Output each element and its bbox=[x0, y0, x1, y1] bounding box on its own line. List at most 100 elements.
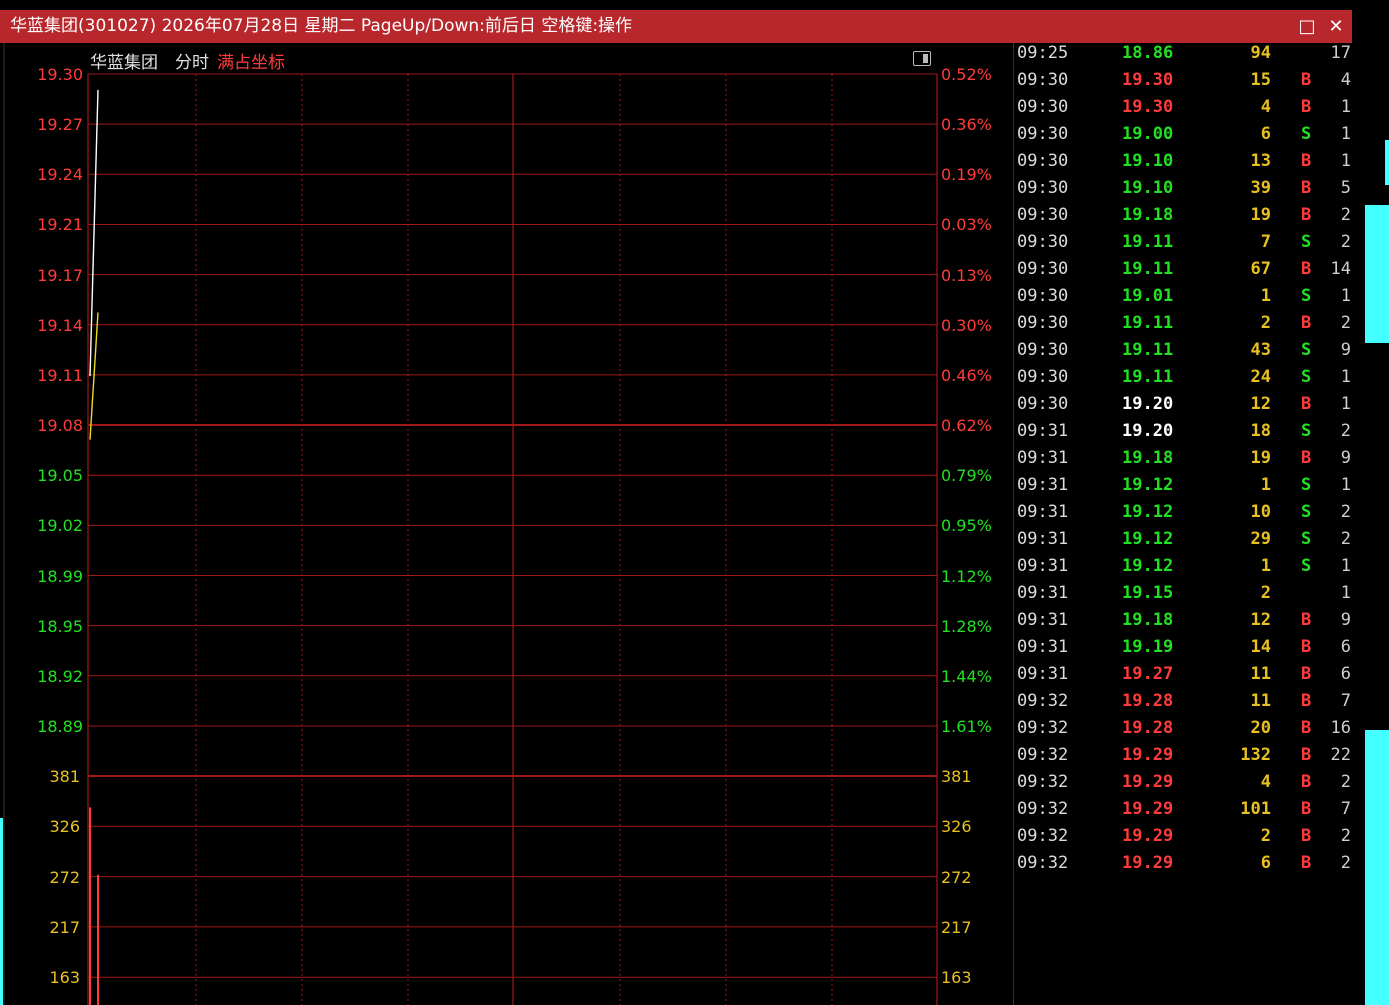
tick-time: 09:32 bbox=[1017, 745, 1069, 765]
tick-count: 1 bbox=[1340, 475, 1351, 495]
close-icon[interactable]: ✕ bbox=[1322, 10, 1350, 43]
tick-direction: B bbox=[1301, 826, 1312, 846]
background-window-strip bbox=[1385, 140, 1389, 185]
table-row[interactable]: 09:31 19.12 1 S 1 bbox=[1014, 475, 1353, 502]
tick-volume: 43 bbox=[1250, 340, 1271, 360]
table-row[interactable]: 09:32 19.28 20 B 16 bbox=[1014, 718, 1353, 745]
background-window-strip bbox=[1365, 205, 1389, 343]
tick-count: 17 bbox=[1330, 43, 1351, 63]
tick-direction: B bbox=[1301, 799, 1312, 819]
table-row[interactable]: 09:31 19.12 10 S 2 bbox=[1014, 502, 1353, 529]
percent-tick-label: 0.52% bbox=[941, 65, 992, 84]
table-row[interactable]: 09:30 19.11 67 B 14 bbox=[1014, 259, 1353, 286]
table-row[interactable]: 09:30 19.18 19 B 2 bbox=[1014, 205, 1353, 232]
tick-detail-table[interactable]: 09:25 18.86 94 17 09:30 19.30 15 B 4 09:30 19.30 4 B… bbox=[1013, 43, 1353, 1005]
percent-tick-label: 1.12% bbox=[941, 566, 992, 586]
tick-direction: B bbox=[1301, 637, 1312, 657]
table-row[interactable]: 09:30 19.30 15 B 4 bbox=[1014, 70, 1353, 97]
tick-price: 19.12 bbox=[1122, 529, 1174, 549]
tick-volume: 1 bbox=[1260, 286, 1271, 306]
tick-direction: S bbox=[1301, 367, 1312, 387]
tick-volume: 10 bbox=[1250, 502, 1271, 522]
table-row[interactable]: 09:30 19.00 6 S 1 bbox=[1014, 124, 1353, 151]
price-tick-label: 18.95 bbox=[37, 616, 83, 636]
tick-volume: 2 bbox=[1260, 583, 1271, 603]
tick-price: 19.10 bbox=[1122, 151, 1174, 171]
tick-volume: 15 bbox=[1250, 70, 1271, 90]
tick-time: 09:30 bbox=[1017, 70, 1069, 90]
table-row[interactable]: 09:25 18.86 94 17 bbox=[1014, 43, 1353, 70]
tick-volume: 6 bbox=[1260, 124, 1271, 144]
tick-volume: 12 bbox=[1250, 610, 1271, 630]
table-row[interactable]: 09:30 19.11 7 S 2 bbox=[1014, 232, 1353, 259]
tick-direction: B bbox=[1301, 70, 1312, 90]
tick-time: 09:32 bbox=[1017, 826, 1069, 846]
tick-direction: S bbox=[1301, 475, 1312, 495]
tick-time: 09:30 bbox=[1017, 259, 1069, 279]
table-row[interactable]: 09:30 19.11 24 S 1 bbox=[1014, 367, 1353, 394]
maximize-icon[interactable]: □ bbox=[1293, 10, 1321, 43]
tick-price: 19.12 bbox=[1122, 475, 1174, 495]
table-row[interactable]: 09:31 19.12 1 S 1 bbox=[1014, 556, 1353, 583]
table-row[interactable]: 09:31 19.19 14 B 6 bbox=[1014, 637, 1353, 664]
tick-count: 9 bbox=[1340, 340, 1351, 360]
tick-count: 2 bbox=[1340, 205, 1351, 225]
table-row[interactable]: 09:31 19.12 29 S 2 bbox=[1014, 529, 1353, 556]
table-row[interactable]: 09:31 19.15 2 1 bbox=[1014, 583, 1353, 610]
tick-volume: 20 bbox=[1250, 718, 1271, 738]
table-row[interactable]: 09:30 19.01 1 S 1 bbox=[1014, 286, 1353, 313]
price-tick-label: 19.11 bbox=[37, 365, 83, 385]
tick-count: 1 bbox=[1340, 97, 1351, 117]
tick-direction: S bbox=[1301, 124, 1312, 144]
tick-count: 2 bbox=[1340, 853, 1351, 873]
table-row[interactable]: 09:32 19.29 101 B 7 bbox=[1014, 799, 1353, 826]
tick-volume: 12 bbox=[1250, 394, 1271, 414]
tick-direction: B bbox=[1301, 853, 1312, 873]
table-row[interactable]: 09:30 19.10 13 B 1 bbox=[1014, 151, 1353, 178]
tick-time: 09:30 bbox=[1017, 205, 1069, 225]
table-row[interactable]: 09:32 19.29 2 B 2 bbox=[1014, 826, 1353, 853]
table-row[interactable]: 09:32 19.29 4 B 2 bbox=[1014, 772, 1353, 799]
tick-time: 09:31 bbox=[1017, 475, 1069, 495]
volume-tick-label: 272 bbox=[941, 867, 972, 887]
tick-price: 19.11 bbox=[1122, 259, 1174, 279]
tick-price: 19.11 bbox=[1122, 313, 1174, 333]
percent-tick-label: 0.46% bbox=[941, 365, 992, 385]
table-row[interactable]: 09:30 19.20 12 B 1 bbox=[1014, 394, 1353, 421]
tick-count: 22 bbox=[1330, 745, 1351, 765]
table-row[interactable]: 09:31 19.18 12 B 9 bbox=[1014, 610, 1353, 637]
table-row[interactable]: 09:32 19.28 11 B 7 bbox=[1014, 691, 1353, 718]
tick-volume: 13 bbox=[1250, 151, 1271, 171]
tick-time: 09:31 bbox=[1017, 664, 1069, 684]
tick-count: 4 bbox=[1340, 70, 1351, 90]
table-row[interactable]: 09:32 19.29 6 B 2 bbox=[1014, 853, 1353, 880]
tick-price: 19.30 bbox=[1122, 97, 1174, 117]
table-row[interactable]: 09:31 19.27 11 B 6 bbox=[1014, 664, 1353, 691]
tick-direction: B bbox=[1301, 718, 1312, 738]
table-row[interactable]: 09:31 19.18 19 B 9 bbox=[1014, 448, 1353, 475]
table-row[interactable]: 09:30 19.10 39 B 5 bbox=[1014, 178, 1353, 205]
price-tick-label: 19.02 bbox=[37, 516, 83, 536]
tick-price: 19.11 bbox=[1122, 367, 1174, 387]
tick-price: 19.29 bbox=[1122, 745, 1174, 765]
tick-price: 19.29 bbox=[1122, 772, 1174, 792]
tick-time: 09:31 bbox=[1017, 637, 1069, 657]
table-row[interactable]: 09:30 19.11 2 B 2 bbox=[1014, 313, 1353, 340]
tick-volume: 4 bbox=[1260, 97, 1271, 117]
table-row[interactable]: 09:30 19.30 4 B 1 bbox=[1014, 97, 1353, 124]
price-tick-label: 18.92 bbox=[37, 666, 83, 686]
table-row[interactable]: 09:31 19.20 18 S 2 bbox=[1014, 421, 1353, 448]
tick-count: 1 bbox=[1340, 583, 1351, 603]
tick-direction: B bbox=[1301, 610, 1312, 630]
tick-price: 19.00 bbox=[1122, 124, 1174, 144]
intraday-chart[interactable] bbox=[0, 0, 1013, 1005]
tick-time: 09:30 bbox=[1017, 151, 1069, 171]
volume-tick-label: 381 bbox=[49, 767, 80, 786]
table-row[interactable]: 09:30 19.11 43 S 9 bbox=[1014, 340, 1353, 367]
table-row[interactable]: 09:32 19.29 132 B 22 bbox=[1014, 745, 1353, 772]
tick-time: 09:30 bbox=[1017, 286, 1069, 306]
tick-time: 09:32 bbox=[1017, 772, 1069, 792]
percent-tick-label: 0.13% bbox=[941, 265, 992, 285]
tick-price: 19.30 bbox=[1122, 70, 1174, 90]
tick-direction: B bbox=[1301, 313, 1312, 333]
